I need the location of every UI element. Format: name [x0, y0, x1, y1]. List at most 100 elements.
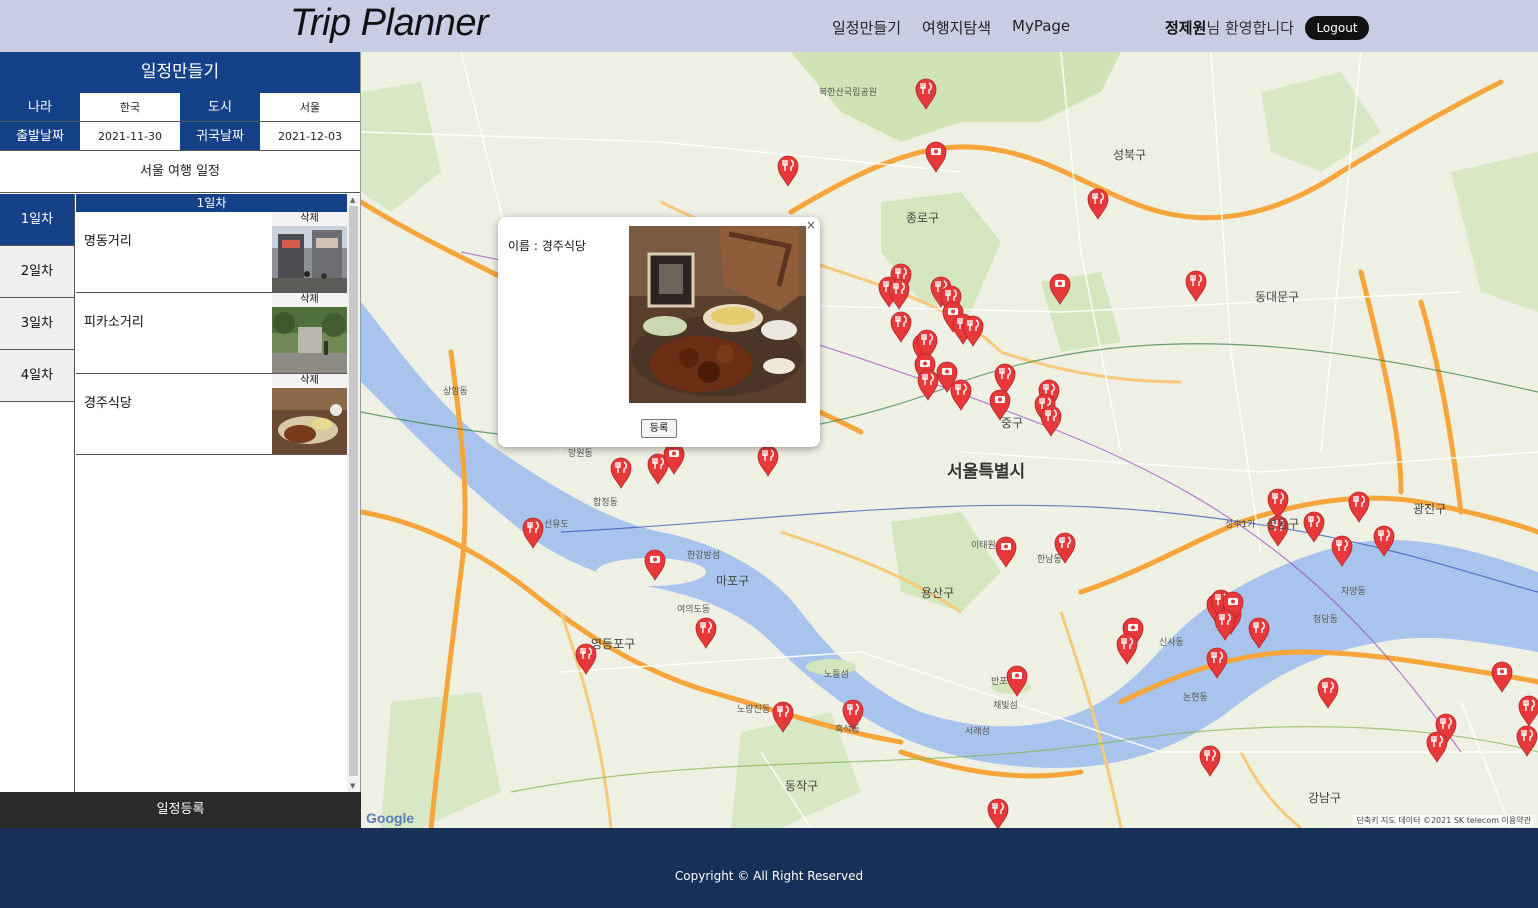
welcome-suffix: 님 환영합니다	[1206, 19, 1294, 37]
restaurant-marker-icon[interactable]	[777, 155, 799, 187]
map-markers	[522, 78, 1538, 828]
place-label: 노들섬	[824, 670, 849, 680]
sidebar-title: 일정만들기	[0, 52, 360, 93]
restaurant-marker-icon[interactable]	[1199, 745, 1221, 777]
restaurant-marker-icon[interactable]	[994, 363, 1016, 395]
restaurant-marker-icon[interactable]	[1518, 695, 1538, 727]
place-name: 경주식당	[84, 396, 132, 411]
restaurant-marker-icon[interactable]	[610, 457, 632, 489]
day-tabs: 1일차 2일차 3일차 4일차	[0, 194, 75, 792]
tab-day-4[interactable]: 4일차	[0, 350, 74, 402]
place-label: 논현동	[1183, 693, 1208, 703]
restaurant-marker-icon[interactable]	[950, 379, 972, 411]
restaurant-marker-icon[interactable]	[1185, 270, 1207, 302]
country-value[interactable]: 한국	[80, 93, 180, 121]
delete-button[interactable]: 삭제	[272, 293, 347, 307]
restaurant-marker-icon[interactable]	[1426, 731, 1448, 763]
list-item[interactable]: 피카소거리 삭제	[76, 293, 347, 374]
depart-date-value[interactable]: 2021-11-30	[80, 122, 180, 150]
district-label: 동작구	[785, 779, 819, 793]
place-label: 채빛섬	[993, 701, 1018, 711]
restaurant-marker-icon[interactable]	[695, 617, 717, 649]
place-photo	[629, 226, 806, 403]
logo[interactable]: Trip Planner	[290, 2, 489, 45]
district-label: 마포구	[716, 574, 750, 588]
tab-day-2[interactable]: 2일차	[0, 246, 74, 298]
user-name: 정제원	[1165, 19, 1207, 37]
restaurant-marker-icon[interactable]	[757, 445, 779, 477]
nav-make-schedule[interactable]: 일정만들기	[832, 17, 901, 38]
restaurant-marker-icon[interactable]	[1116, 633, 1138, 665]
camera-marker-icon[interactable]	[925, 141, 947, 173]
place-thumbnail	[272, 226, 347, 292]
place-name: 명동거리	[84, 234, 132, 249]
restaurant-marker-icon[interactable]	[1317, 677, 1339, 709]
district-label: 종로구	[906, 211, 940, 225]
google-logo: Google	[366, 810, 415, 826]
scroll-up-icon[interactable]: ▲	[350, 196, 355, 204]
tab-day-1[interactable]: 1일차	[0, 194, 74, 246]
place-label: 이태원	[971, 541, 996, 551]
restaurant-marker-icon[interactable]	[888, 278, 910, 310]
nav-explore[interactable]: 여행지탐색	[922, 17, 991, 38]
city-value[interactable]: 서울	[260, 93, 360, 121]
place-thumbnail	[272, 388, 347, 454]
day-plan-header: 1일차	[76, 194, 347, 212]
place-label: 반포	[991, 677, 1008, 687]
scroll-down-icon[interactable]: ▼	[350, 782, 355, 790]
place-label: 북한산국립공원	[819, 88, 877, 98]
camera-marker-icon[interactable]	[1491, 661, 1513, 693]
place-label: 망원동	[568, 449, 593, 459]
footer: Copyright © All Right Reserved	[0, 828, 1538, 908]
delete-button[interactable]: 삭제	[272, 374, 347, 388]
city-label: 서울특별시	[947, 462, 1026, 482]
place-name: 피카소거리	[84, 315, 144, 330]
city-label: 도시	[180, 93, 260, 121]
map-attribution[interactable]: 단축키 지도 데이터 ©2021 SK telecom 이용약관	[1353, 815, 1534, 826]
place-label: 한강밤섬	[687, 551, 721, 561]
restaurant-marker-icon[interactable]	[962, 315, 984, 347]
district-label: 용산구	[921, 586, 955, 600]
district-label: 영등포구	[591, 637, 636, 651]
info-row-location: 나라 한국 도시 서울	[0, 93, 360, 122]
register-schedule-button[interactable]: 일정등록	[0, 792, 361, 828]
restaurant-marker-icon[interactable]	[1040, 405, 1062, 437]
trip-title: 서울 여행 일정	[0, 151, 360, 193]
restaurant-marker-icon[interactable]	[1087, 188, 1109, 220]
place-label: 상암동	[443, 387, 468, 397]
tab-day-3[interactable]: 3일차	[0, 298, 74, 350]
list-item[interactable]: 명동거리 삭제	[76, 212, 347, 293]
place-info-popup: × 이름 : 경주식당 등록	[498, 217, 820, 447]
plan-scrollbar[interactable]: ▲ ▼	[347, 194, 360, 792]
place-label: 서래섬	[965, 727, 990, 737]
delete-button[interactable]: 삭제	[272, 212, 347, 226]
place-label: 자양동	[1341, 587, 1366, 597]
scrollbar-thumb[interactable]	[349, 206, 358, 776]
return-label: 귀국날짜	[180, 122, 260, 150]
list-item[interactable]: 경주식당 삭제	[76, 374, 347, 455]
nav-mypage[interactable]: MyPage	[1012, 17, 1070, 38]
return-date-value[interactable]: 2021-12-03	[260, 122, 360, 150]
district-label: 성동구	[1266, 517, 1300, 531]
day-plan-list: 1일차 명동거리 삭제 피카소거리 삭제 경주식당 삭제	[76, 194, 347, 792]
restaurant-marker-icon[interactable]	[917, 369, 939, 401]
place-label: 성수1가	[1225, 520, 1256, 530]
restaurant-marker-icon[interactable]	[890, 311, 912, 343]
district-label: 동대문구	[1255, 290, 1300, 304]
info-row-dates: 출발날짜 2021-11-30 귀국날짜 2021-12-03	[0, 122, 360, 151]
district-label: 중구	[1001, 416, 1024, 430]
popup-register-button[interactable]: 등록	[641, 419, 677, 438]
logout-button[interactable]: Logout	[1305, 16, 1369, 40]
camera-marker-icon[interactable]	[995, 536, 1017, 568]
place-thumbnail	[272, 307, 347, 373]
place-label: 노량진동	[737, 705, 771, 715]
copyright-text: Copyright © All Right Reserved	[674, 869, 864, 883]
close-icon[interactable]: ×	[806, 218, 816, 232]
district-label: 광진구	[1413, 502, 1447, 516]
restaurant-marker-icon[interactable]	[1348, 491, 1370, 523]
restaurant-marker-icon[interactable]	[987, 798, 1009, 828]
place-label: 신사동	[1159, 638, 1184, 648]
restaurant-marker-icon[interactable]	[1303, 511, 1325, 543]
top-header: Trip Planner 일정만들기 여행지탐색 MyPage 정제원님 환영합…	[0, 0, 1538, 52]
place-label: 선유도	[544, 520, 569, 530]
